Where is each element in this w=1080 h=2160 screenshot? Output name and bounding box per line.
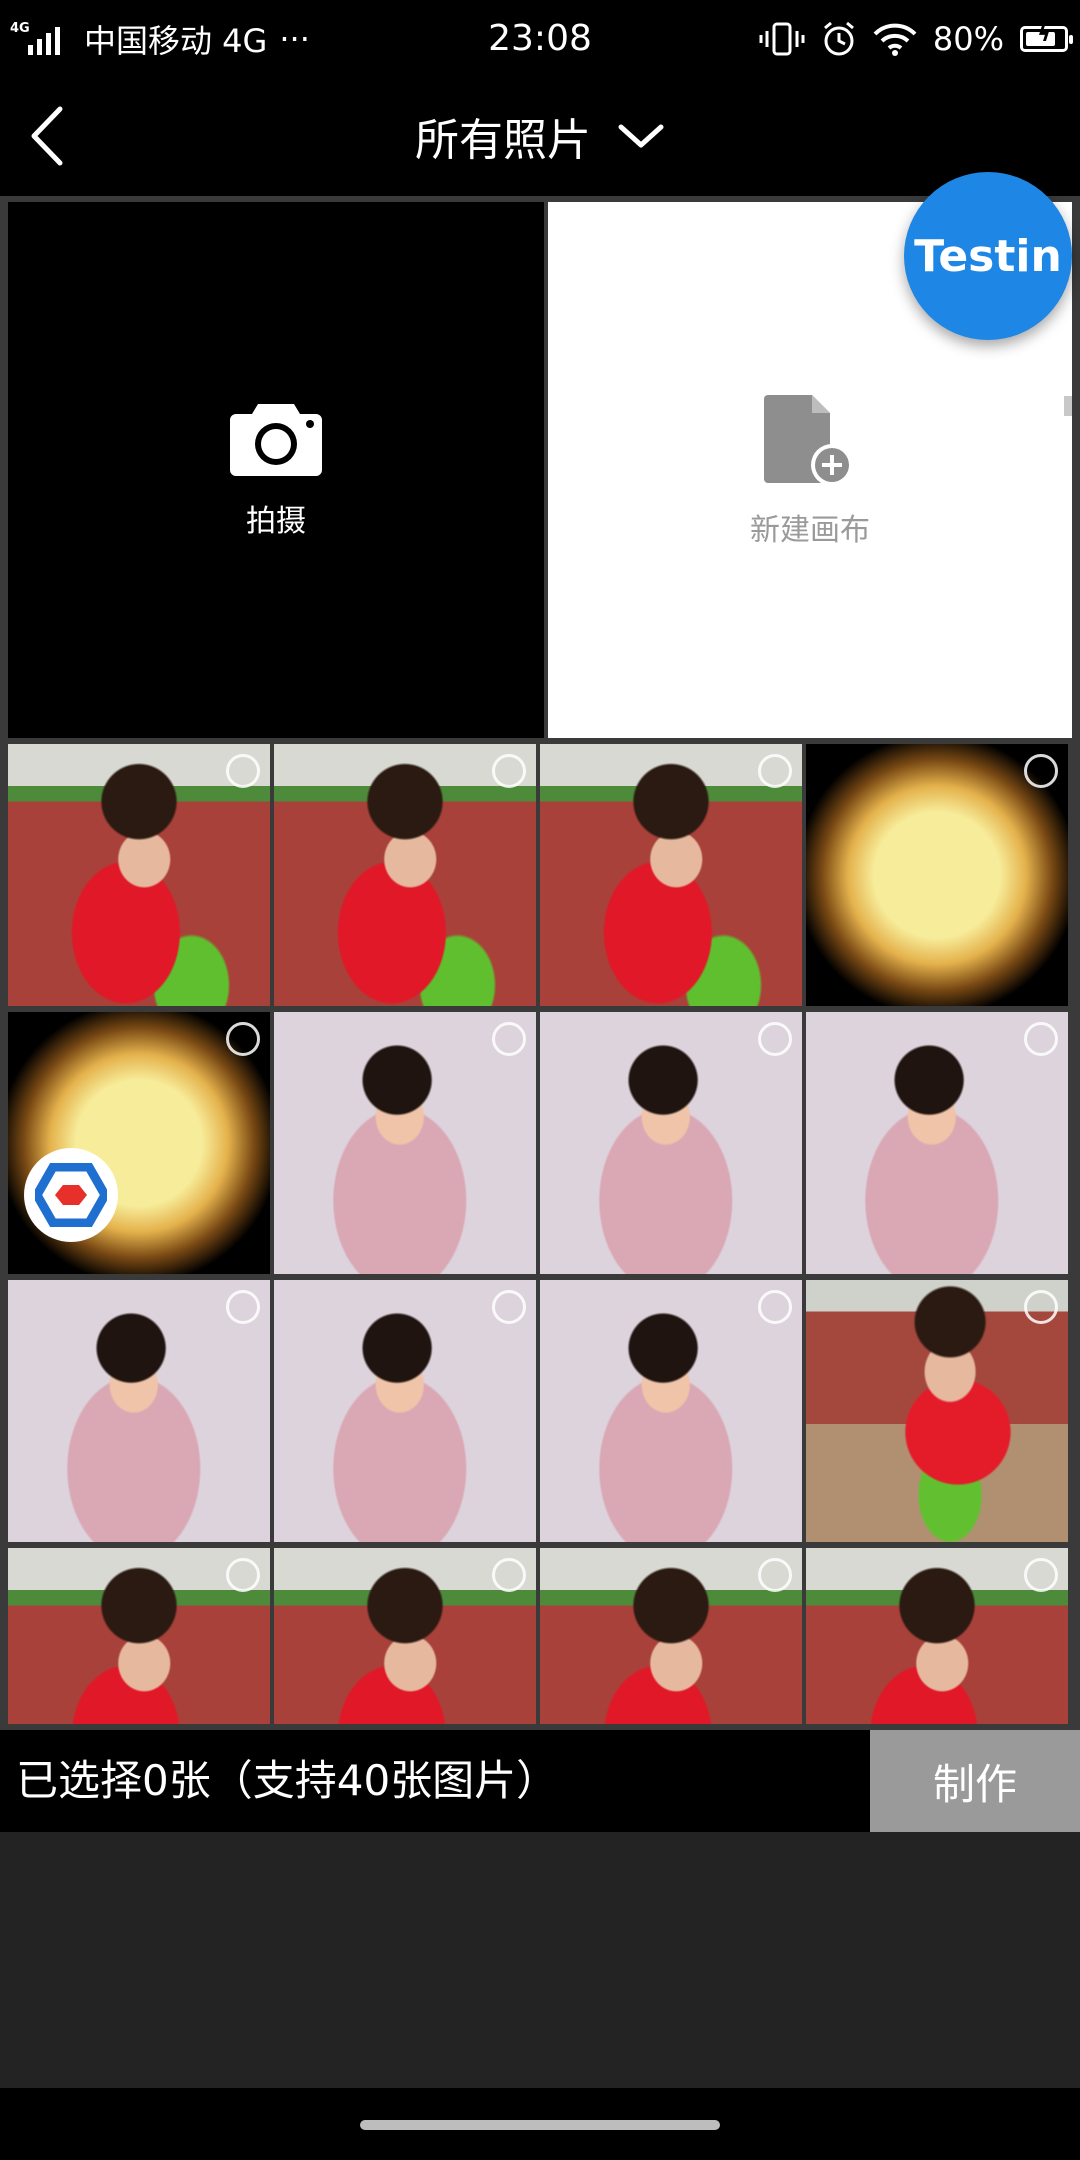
vibrate-icon xyxy=(759,22,805,56)
select-checkbox[interactable] xyxy=(492,1022,526,1056)
select-checkbox[interactable] xyxy=(1024,754,1058,788)
title-bar: 所有照片 xyxy=(0,76,1080,196)
select-checkbox[interactable] xyxy=(492,1558,526,1592)
select-checkbox[interactable] xyxy=(758,754,792,788)
select-checkbox[interactable] xyxy=(1024,1558,1058,1592)
camera-icon xyxy=(230,404,322,476)
select-checkbox[interactable] xyxy=(226,1022,260,1056)
select-checkbox[interactable] xyxy=(758,1290,792,1324)
photo-thumbnail[interactable] xyxy=(274,1548,536,1724)
photo-thumbnail[interactable] xyxy=(274,744,536,1006)
make-button[interactable]: 制作 xyxy=(870,1730,1080,1832)
photo-thumbnail[interactable] xyxy=(806,1548,1068,1724)
photo-thumbnail[interactable] xyxy=(8,744,270,1006)
charging-bolt-icon: ϟ xyxy=(1037,22,1051,46)
select-checkbox[interactable] xyxy=(226,754,260,788)
photo-thumbnail[interactable] xyxy=(540,1012,802,1274)
select-checkbox[interactable] xyxy=(758,1558,792,1592)
battery-icon: ϟ xyxy=(1020,22,1073,52)
battery-percent: 80% xyxy=(932,20,1004,58)
photo-thumbnail[interactable] xyxy=(540,1548,802,1724)
empty-area xyxy=(0,1832,1080,2088)
photo-thumbnail[interactable] xyxy=(806,1012,1068,1274)
new-canvas-label: 新建画布 xyxy=(750,513,870,548)
photo-thumbnail[interactable] xyxy=(806,744,1068,1006)
select-checkbox[interactable] xyxy=(1024,1022,1058,1056)
testin-floating-badge[interactable]: Testin xyxy=(904,172,1072,340)
select-checkbox[interactable] xyxy=(226,1558,260,1592)
new-document-icon xyxy=(764,395,853,486)
select-checkbox[interactable] xyxy=(758,1022,792,1056)
camera-tile-label: 拍摄 xyxy=(246,504,306,539)
photo-grid xyxy=(8,744,1072,1724)
navigation-area xyxy=(0,2088,1080,2160)
camera-tile[interactable]: 拍摄 xyxy=(8,202,544,738)
photo-picker-content: 拍摄 新建画布 xyxy=(0,196,1080,1730)
photo-thumbnail[interactable] xyxy=(540,744,802,1006)
select-checkbox[interactable] xyxy=(492,754,526,788)
bottom-bar: 已选择0张（支持40张图片） 制作 xyxy=(0,1730,1080,1832)
photo-thumbnail[interactable] xyxy=(8,1280,270,1542)
app-logo-icon[interactable] xyxy=(24,1148,118,1242)
selection-count-text: 已选择0张（支持40张图片） xyxy=(16,1756,559,1805)
photo-thumbnail[interactable] xyxy=(8,1012,270,1274)
photo-thumbnail[interactable] xyxy=(274,1280,536,1542)
album-selector[interactable]: 所有照片 xyxy=(0,106,1080,166)
photo-thumbnail[interactable] xyxy=(8,1548,270,1724)
select-checkbox[interactable] xyxy=(492,1290,526,1324)
select-checkbox[interactable] xyxy=(1024,1290,1058,1324)
scroll-indicator xyxy=(1064,396,1072,416)
status-bar: 4G 中国移动 4G ··· 23:08 80% ϟ xyxy=(0,0,1080,76)
chevron-down-icon xyxy=(618,124,664,148)
alarm-icon xyxy=(823,21,854,56)
page-title: 所有照片 xyxy=(415,115,591,166)
photo-thumbnail[interactable] xyxy=(806,1280,1068,1542)
photo-thumbnail[interactable] xyxy=(274,1012,536,1274)
wifi-icon xyxy=(873,23,917,56)
status-right: 80% ϟ xyxy=(759,14,1073,64)
photo-thumbnail[interactable] xyxy=(540,1280,802,1542)
home-indicator[interactable] xyxy=(360,2120,720,2130)
select-checkbox[interactable] xyxy=(226,1290,260,1324)
